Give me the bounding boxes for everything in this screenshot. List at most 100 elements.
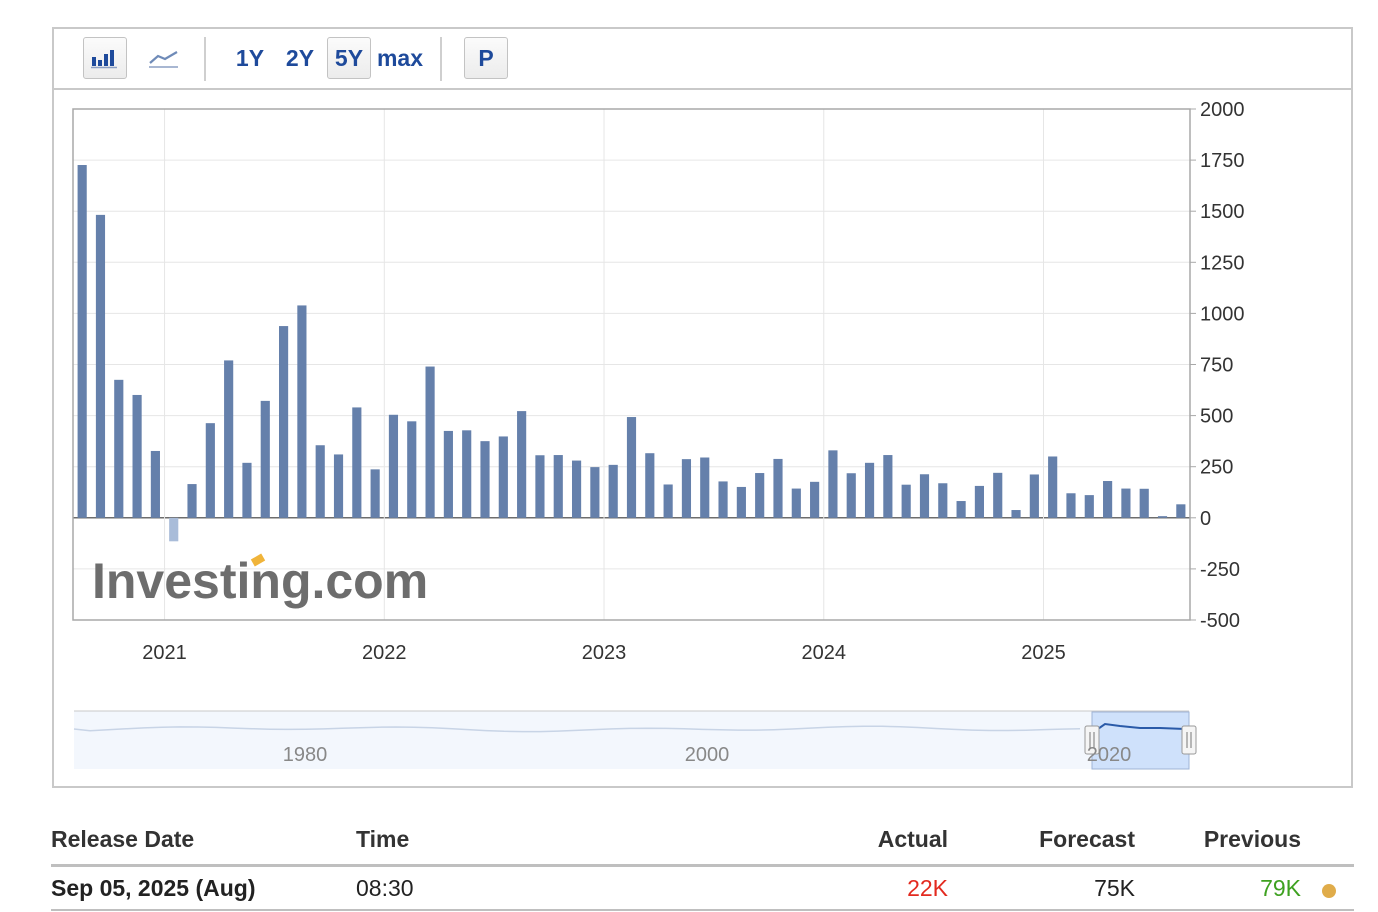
bar <box>407 421 417 518</box>
y-axis: -500 -250 0 250 500 750 1000 1250 1500 1750 2000 <box>1190 99 1245 632</box>
bar <box>388 414 399 518</box>
bar <box>1048 456 1058 518</box>
x-tick-label: 2025 <box>1021 642 1066 664</box>
grid <box>73 108 1190 621</box>
previous-cell: 79K <box>1260 875 1301 901</box>
bar <box>352 407 362 518</box>
bars <box>77 165 1186 542</box>
bar <box>315 445 325 518</box>
navigator[interactable]: 1980 2000 2020 <box>73 710 1197 770</box>
bar <box>828 450 838 518</box>
bar <box>535 455 545 518</box>
y-tick-label: 1000 <box>1200 303 1245 325</box>
y-tick-label: -500 <box>1200 610 1240 632</box>
status-dot-icon <box>1322 884 1336 898</box>
bar <box>132 394 142 518</box>
bar <box>956 501 966 518</box>
chart-svg: Investing.com -500 -250 0 250 500 750 1000 1250… <box>72 99 1245 770</box>
y-tick-label: 0 <box>1200 508 1211 530</box>
forecast-cell: 75K <box>1094 875 1135 901</box>
bar <box>608 464 618 518</box>
x-axis: 2021 2022 2023 2024 2025 <box>142 642 1065 664</box>
bar <box>901 484 911 518</box>
bar <box>425 366 435 518</box>
navigator-label: 2000 <box>685 744 730 766</box>
y-tick-label: 2000 <box>1200 99 1245 121</box>
bar <box>590 467 600 518</box>
header-actual: Actual <box>877 826 948 852</box>
bar <box>864 462 875 518</box>
bar <box>95 214 106 518</box>
time-cell: 08:30 <box>356 875 414 901</box>
bar <box>791 488 801 518</box>
bar <box>773 458 783 518</box>
y-tick-label: -250 <box>1200 559 1240 581</box>
bar <box>919 474 930 518</box>
bar <box>846 473 856 518</box>
bar <box>205 423 215 518</box>
bar <box>1084 495 1094 518</box>
y-tick-label: 500 <box>1200 406 1233 428</box>
bar <box>498 436 508 518</box>
release-date-cell: Sep 05, 2025 (Aug) <box>51 875 256 901</box>
bar <box>150 450 160 518</box>
x-tick-label: 2024 <box>802 642 847 664</box>
header-release-date: Release Date <box>51 826 195 852</box>
table-row: Sep 05, 2025 (Aug) 08:30 22K 75K 79K <box>51 867 1354 911</box>
bar <box>1157 516 1168 518</box>
bar <box>169 517 179 542</box>
header-previous: Previous <box>1203 826 1301 852</box>
bar <box>480 441 490 518</box>
table-header: Release Date Time Actual Forecast Previo… <box>51 820 1354 867</box>
bar <box>462 430 472 518</box>
bar <box>663 484 673 518</box>
header-time: Time <box>356 826 410 852</box>
y-tick-label: 1250 <box>1200 252 1245 274</box>
watermark: Investing.com <box>92 553 428 609</box>
bar <box>1066 493 1076 518</box>
bar <box>993 472 1003 518</box>
bar <box>553 455 563 518</box>
bar <box>1176 504 1186 518</box>
bar <box>1139 488 1149 518</box>
navigator-handle-icon[interactable] <box>1181 725 1197 755</box>
bar <box>1121 488 1131 518</box>
bar <box>883 455 893 518</box>
navigator-background <box>74 711 1189 769</box>
bar <box>810 481 820 518</box>
bar <box>1029 474 1039 518</box>
bar <box>626 417 637 518</box>
navigator-label: 2020 <box>1087 744 1132 766</box>
bar <box>114 379 124 518</box>
bar <box>700 457 710 518</box>
bar <box>645 453 655 518</box>
bar <box>224 360 234 518</box>
navigator-label: 1980 <box>283 744 328 766</box>
y-tick-label: 1500 <box>1200 201 1245 223</box>
bar <box>297 305 307 518</box>
bar <box>974 485 984 518</box>
y-tick-label: 1750 <box>1200 150 1245 172</box>
bar <box>681 459 692 518</box>
bar <box>443 430 453 518</box>
x-tick-label: 2021 <box>142 642 187 664</box>
x-tick-label: 2022 <box>362 642 407 664</box>
y-tick-label: 250 <box>1200 457 1233 479</box>
bar <box>242 462 252 518</box>
bar <box>1011 510 1021 518</box>
bar <box>279 326 289 518</box>
bar <box>718 481 728 518</box>
actual-cell: 22K <box>907 875 948 901</box>
bar <box>571 460 582 518</box>
bar <box>938 483 948 518</box>
bar <box>260 400 270 518</box>
bar <box>517 411 527 518</box>
bar <box>333 454 344 518</box>
bar <box>77 165 87 518</box>
y-tick-label: 750 <box>1200 355 1233 377</box>
bar <box>370 469 380 518</box>
header-forecast: Forecast <box>1039 826 1135 852</box>
bar <box>755 473 765 518</box>
bar <box>187 484 197 518</box>
bar <box>1103 481 1113 518</box>
